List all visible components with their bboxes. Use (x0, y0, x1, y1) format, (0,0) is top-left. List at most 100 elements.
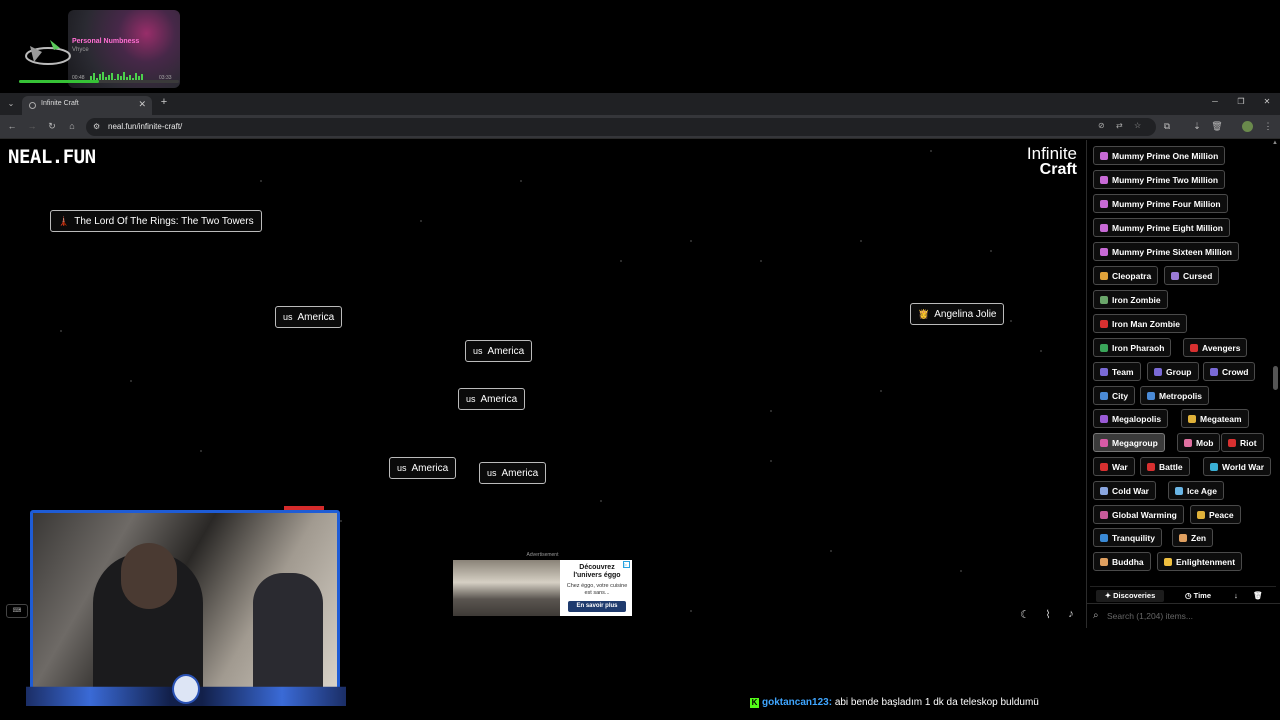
star-dot (990, 250, 992, 252)
sidebar-item-label: City (1112, 390, 1129, 401)
item-label: America (501, 467, 539, 479)
site-info-icon[interactable]: ⚙ (93, 122, 100, 131)
sidebar-item-label: Mummy Prime Sixteen Million (1112, 246, 1232, 257)
tab-search-icon[interactable]: ⌄ (5, 98, 17, 110)
star-dot (760, 260, 762, 262)
tab-infinite-craft[interactable]: Infinite Craft ✕ (22, 96, 152, 115)
canvas-item[interactable]: 👸 Angelina Jolie (910, 303, 1005, 325)
canvas-item[interactable]: 🗼 The Lord Of The Rings: The Two Towers (50, 210, 262, 232)
sidebar-item-label: Team (1112, 366, 1134, 377)
sidebar-item[interactable]: Peace (1190, 505, 1241, 524)
ad-cta-button[interactable]: En savoir plus (568, 601, 626, 612)
sidebar-item[interactable]: War (1093, 457, 1135, 476)
new-tab-icon[interactable]: + (158, 96, 170, 108)
profile-avatar[interactable] (1242, 121, 1253, 132)
sidebar-item[interactable]: City (1093, 386, 1136, 405)
star-dot (880, 390, 882, 392)
favicon-icon (29, 102, 36, 109)
sidebar-item[interactable]: Iron Pharaoh (1093, 338, 1172, 357)
background-person (253, 573, 323, 691)
close-tab-icon[interactable]: ✕ (138, 99, 146, 110)
time-tab[interactable]: ◷ Time (1174, 590, 1222, 602)
sidebar-item[interactable]: Tranquility (1093, 528, 1162, 547)
search-input[interactable] (1107, 609, 1267, 623)
sound-icon[interactable]: ♪ (1063, 608, 1079, 620)
dark-mode-icon[interactable]: ☾ (1017, 608, 1033, 621)
sidebar-item[interactable]: Ice Age (1168, 481, 1224, 500)
trash-icon[interactable]: 🗑 (1211, 121, 1223, 132)
sidebar-item[interactable]: Global Warming (1093, 505, 1184, 524)
item-emoji: us (466, 394, 476, 404)
sidebar-item[interactable]: Avengers (1183, 338, 1248, 357)
sidebar-item[interactable]: Crowd (1203, 362, 1256, 381)
sort-direction-icon[interactable]: ↓ (1228, 590, 1244, 602)
star-dot (690, 240, 692, 242)
extensions-icon[interactable]: ⧉ (1161, 121, 1173, 132)
canvas-item[interactable]: us America (458, 388, 526, 410)
item-emoji-icon (1147, 462, 1155, 471)
sidebar-item[interactable]: Cold War (1093, 481, 1156, 500)
item-emoji-icon (1188, 414, 1196, 423)
item-emoji: us (487, 468, 497, 478)
reload-icon[interactable]: ↻ (46, 121, 58, 132)
broom-icon[interactable]: ⌇ (1040, 608, 1056, 621)
canvas-item[interactable]: us America (275, 306, 343, 328)
canvas-item[interactable]: us America (465, 340, 533, 362)
delete-icon[interactable]: 🗑 (1250, 590, 1266, 602)
advertisement[interactable]: Advertisement Découvrez l'univers éggo C… (452, 552, 633, 616)
ad-label: Advertisement (526, 552, 559, 558)
item-emoji-icon (1184, 438, 1192, 447)
sidebar-scrollbar[interactable]: ▲ (1272, 140, 1278, 624)
neal-fun-logo[interactable]: NEAL.FUN (8, 146, 96, 168)
sidebar-item[interactable]: Mummy Prime One Million (1093, 146, 1226, 165)
canvas-item[interactable]: us America (479, 462, 547, 484)
restore-icon[interactable]: ❐ (1234, 97, 1248, 106)
item-emoji-icon (1100, 510, 1108, 519)
sidebar-item[interactable]: Riot (1221, 433, 1264, 452)
scroll-up-icon[interactable]: ▲ (1272, 140, 1278, 146)
sidebar-item[interactable]: Metropolis (1140, 386, 1209, 405)
star-dot (130, 380, 132, 382)
home-icon[interactable]: ⌂ (66, 121, 78, 131)
item-emoji-icon (1100, 175, 1108, 184)
menu-icon[interactable]: ⋮ (1262, 121, 1274, 132)
sidebar-item[interactable]: Megalopolis (1093, 409, 1169, 428)
sidebar-item[interactable]: Cleopatra (1093, 266, 1159, 285)
sidebar-item[interactable]: Zen (1172, 528, 1214, 547)
ad-banner[interactable]: Découvrez l'univers éggo Chez éggo, votr… (453, 560, 632, 616)
tracking-off-icon[interactable]: ⊘ (1098, 121, 1105, 130)
address-bar[interactable]: ⚙ neal.fun/infinite-craft/ ⊘ ⇄ ☆ (86, 118, 1156, 136)
sidebar-item[interactable]: Group (1147, 362, 1199, 381)
item-emoji-icon (1100, 557, 1108, 566)
sidebar-item[interactable]: Mummy Prime Two Million (1093, 170, 1226, 189)
close-window-icon[interactable]: ✕ (1260, 97, 1274, 106)
sidebar-item[interactable]: Mummy Prime Eight Million (1093, 218, 1230, 237)
adchoices-icon[interactable]: ▷ (623, 561, 630, 568)
sidebar-item[interactable]: Iron Man Zombie (1093, 314, 1187, 333)
downloads-icon[interactable]: ⇣ (1191, 121, 1203, 132)
star-dot (930, 150, 932, 152)
sidebar-item[interactable]: Mob (1177, 433, 1221, 452)
canvas-item[interactable]: us America (389, 457, 457, 479)
sidebar-footer: ✦ Discoveries ◷ Time ↓ 🗑 ⌕ (1087, 586, 1280, 628)
bookmark-star-icon[interactable]: ☆ (1134, 121, 1141, 130)
sidebar-item[interactable]: Enlightenment (1157, 552, 1243, 571)
sidebar-item[interactable]: Cursed (1164, 266, 1220, 285)
sidebar-item[interactable]: Iron Zombie (1093, 290, 1168, 309)
sidebar-item[interactable]: Buddha (1093, 552, 1151, 571)
sidebar-item[interactable]: Megateam (1181, 409, 1249, 428)
sidebar-item[interactable]: Battle (1140, 457, 1190, 476)
sidebar-item[interactable]: Megagroup (1093, 433, 1165, 452)
sidebar-item[interactable]: World War (1203, 457, 1272, 476)
sidebar-item[interactable]: Team (1093, 362, 1141, 381)
scroll-thumb[interactable] (1273, 366, 1278, 390)
minimize-icon[interactable]: ─ (1208, 97, 1222, 106)
sidebar-item[interactable]: Mummy Prime Sixteen Million (1093, 242, 1239, 261)
sidebar-item[interactable]: Mummy Prime Four Million (1093, 194, 1228, 213)
back-icon[interactable]: ← (6, 121, 18, 131)
translate-icon[interactable]: ⇄ (1116, 121, 1123, 130)
streamer-badge-icon (172, 674, 200, 704)
forward-icon[interactable]: → (26, 121, 38, 131)
discoveries-tab[interactable]: ✦ Discoveries (1096, 590, 1164, 602)
sort-tabs: ✦ Discoveries ◷ Time ↓ 🗑 (1090, 586, 1276, 602)
